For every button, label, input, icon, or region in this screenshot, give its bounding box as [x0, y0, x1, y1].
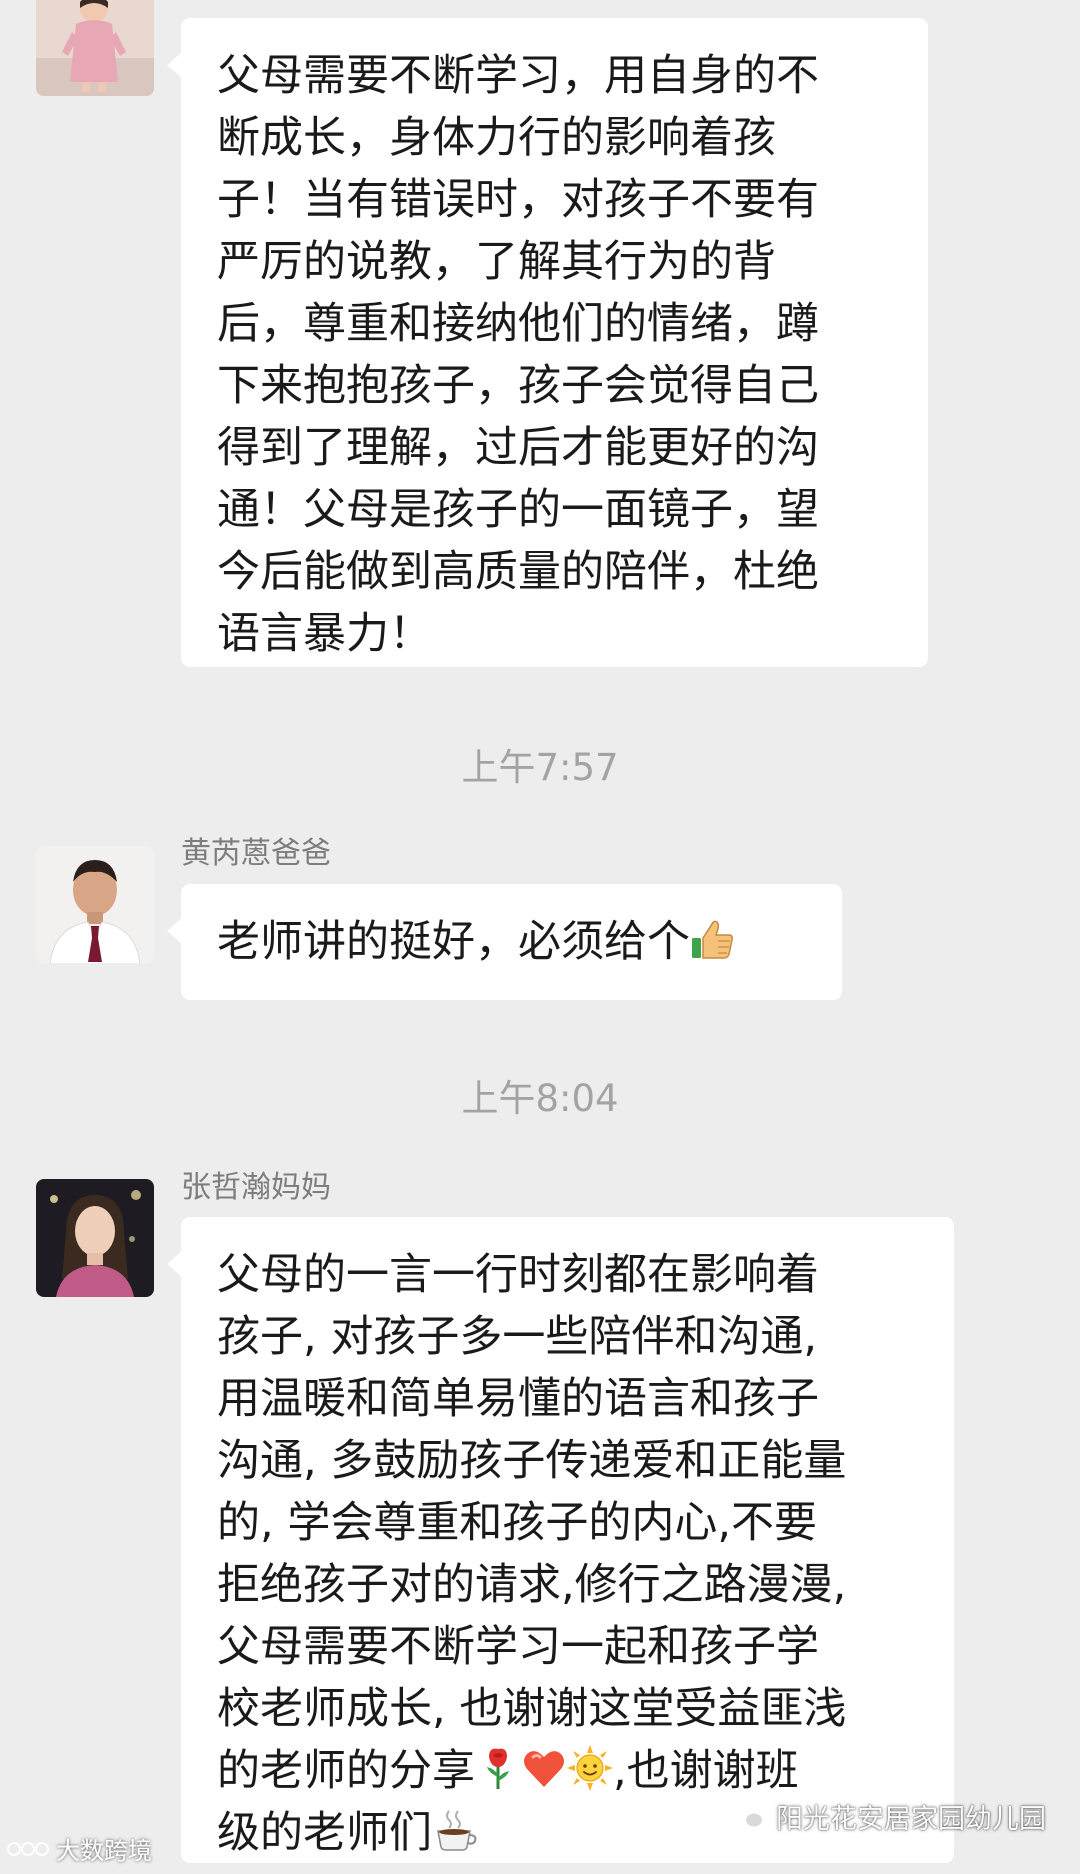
message-1-line: 通！父母是孩子的一面镜子，望 — [217, 485, 819, 535]
man-photo-avatar — [36, 846, 154, 964]
message-3-line: 拒绝孩子对的请求,修行之路漫漫, — [217, 1560, 847, 1610]
message-bubble-2[interactable]: 老师讲的挺好，必须给个 — [167, 884, 842, 1000]
sender-name: 黄芮蒽爸爸 — [181, 836, 331, 871]
message-3-line-9-suffix: ,也谢谢班 — [613, 1746, 799, 1796]
message-1-line: 子！当有错误时，对孩子不要有 — [217, 175, 819, 225]
child-photo-avatar — [36, 0, 154, 96]
avatar-sender-1[interactable] — [36, 0, 154, 96]
source-logo-icon — [7, 1841, 49, 1856]
message-2-text: 老师讲的挺好，必须给个 — [217, 917, 690, 967]
rose-icon — [475, 1745, 521, 1791]
message-1-line: 今后能做到高质量的陪伴，杜绝 — [217, 547, 819, 597]
timestamp: 上午8:04 — [461, 1077, 619, 1120]
message-1-line: 下来抱抱孩子，孩子会觉得自己 — [217, 361, 819, 411]
message-3-line: 父母的一言一行时刻都在影响着 — [217, 1250, 819, 1300]
wechat-icon — [732, 1804, 765, 1829]
avatar-sender-3[interactable] — [36, 1179, 154, 1297]
message-1-line: 严厉的说教，了解其行为的背 — [217, 237, 776, 287]
message-1-line: 断成长，身体力行的影响着孩 — [217, 113, 776, 163]
message-3-line: 沟通, 多鼓励孩子传递爱和正能量 — [217, 1436, 847, 1486]
account-watermark: 阳光花安居家园幼儿园 — [732, 1797, 1046, 1836]
message-1-line: 后，尊重和接纳他们的情绪，蹲 — [217, 299, 819, 349]
hot-beverage-icon — [432, 1807, 478, 1853]
red-heart-icon — [521, 1745, 567, 1791]
message-3-line-9-prefix: 的老师的分享 — [217, 1746, 475, 1796]
source-watermark: 大数跨境 — [6, 1831, 152, 1866]
message-3-line: 校老师成长, 也谢谢这堂受益匪浅 — [217, 1684, 847, 1734]
message-bubble-1[interactable]: 父母需要不断学习，用自身的不 断成长，身体力行的影响着孩 子！当有错误时，对孩子… — [167, 18, 928, 667]
message-3-line-10-prefix: 级的老师们 — [217, 1808, 432, 1858]
message-1-line: 父母需要不断学习，用自身的不 — [217, 51, 819, 101]
message-3-line: 用温暖和简单易懂的语言和孩子 — [217, 1374, 819, 1424]
message-3-line: 的, 学会尊重和孩子的内心,不要 — [217, 1498, 818, 1548]
sun-with-face-icon — [567, 1745, 613, 1791]
message-3-line: 孩子, 对孩子多一些陪伴和沟通, — [217, 1312, 818, 1362]
source-watermark-text: 大数跨境 — [56, 1837, 152, 1865]
avatar-sender-2[interactable] — [36, 846, 154, 964]
message-1-line: 得到了理解，过后才能更好的沟 — [217, 423, 819, 473]
timestamp: 上午7:57 — [461, 746, 619, 789]
message-3-line: 的老师的分享 ,也谢谢班 — [217, 1740, 918, 1802]
message-3-line: 父母需要不断学习一起和孩子学 — [217, 1622, 819, 1672]
message-bubble-3[interactable]: 父母的一言一行时刻都在影响着 孩子, 对孩子多一些陪伴和沟通, 用温暖和简单易懂… — [167, 1217, 954, 1863]
thumbs-up-icon — [690, 916, 736, 962]
message-1-line: 语言暴力！ — [217, 609, 432, 659]
sender-name: 张哲瀚妈妈 — [181, 1170, 331, 1205]
account-watermark-text: 阳光花安居家园幼儿园 — [776, 1804, 1046, 1835]
woman-photo-avatar — [36, 1179, 154, 1297]
